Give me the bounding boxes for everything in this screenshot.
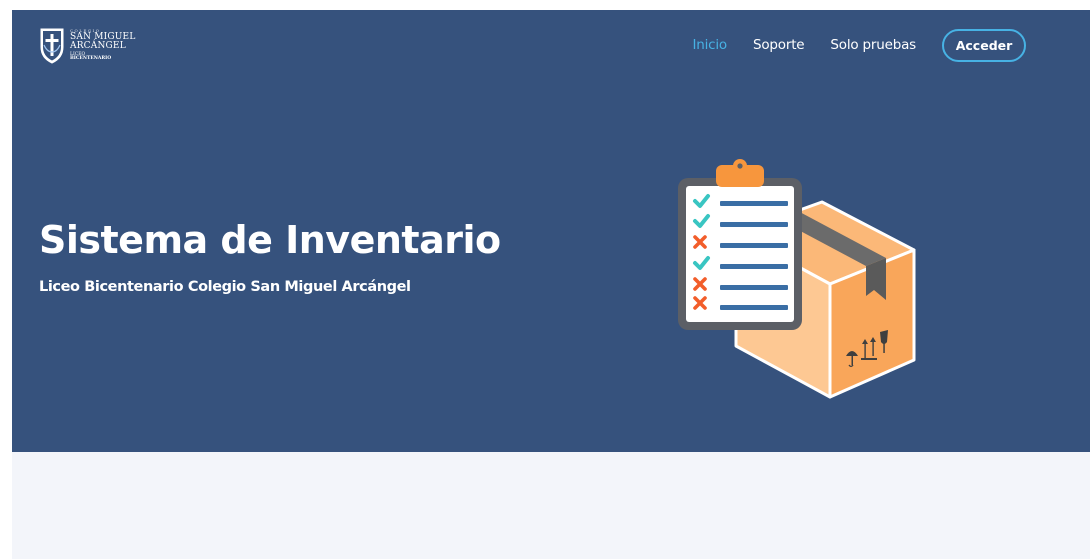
page-subtitle: Liceo Bicentenario Colegio San Miguel Ar… bbox=[39, 279, 411, 295]
nav-link-inicio[interactable]: Inicio bbox=[692, 37, 727, 53]
logo-wordmark: COLEGIO SAN MIGUEL ARCÁNGEL LICEO BICENT… bbox=[70, 27, 136, 62]
page-title: Sistema de Inventario bbox=[39, 218, 501, 262]
school-crest-icon bbox=[40, 28, 64, 64]
main-nav: Inicio Soporte Solo pruebas Acceder bbox=[692, 27, 1026, 63]
clipboard-checklist-and-box-icon bbox=[678, 159, 916, 399]
hero-section: COLEGIO SAN MIGUEL ARCÁNGEL LICEO BICENT… bbox=[12, 10, 1090, 452]
nav-link-soporte[interactable]: Soporte bbox=[753, 37, 805, 53]
logo-line-4: BICENTENARIO bbox=[70, 56, 112, 61]
logo-line-2: ARCÁNGEL bbox=[70, 40, 126, 51]
content-section bbox=[12, 452, 1090, 559]
logo-line-0: COLEGIO bbox=[70, 27, 101, 33]
page: COLEGIO SAN MIGUEL ARCÁNGEL LICEO BICENT… bbox=[0, 0, 1090, 559]
school-logo[interactable]: COLEGIO SAN MIGUEL ARCÁNGEL LICEO BICENT… bbox=[38, 24, 136, 66]
login-button[interactable]: Acceder bbox=[942, 28, 1026, 62]
nav-link-solo-pruebas[interactable]: Solo pruebas bbox=[830, 37, 916, 53]
clipboard-icon bbox=[678, 159, 802, 330]
